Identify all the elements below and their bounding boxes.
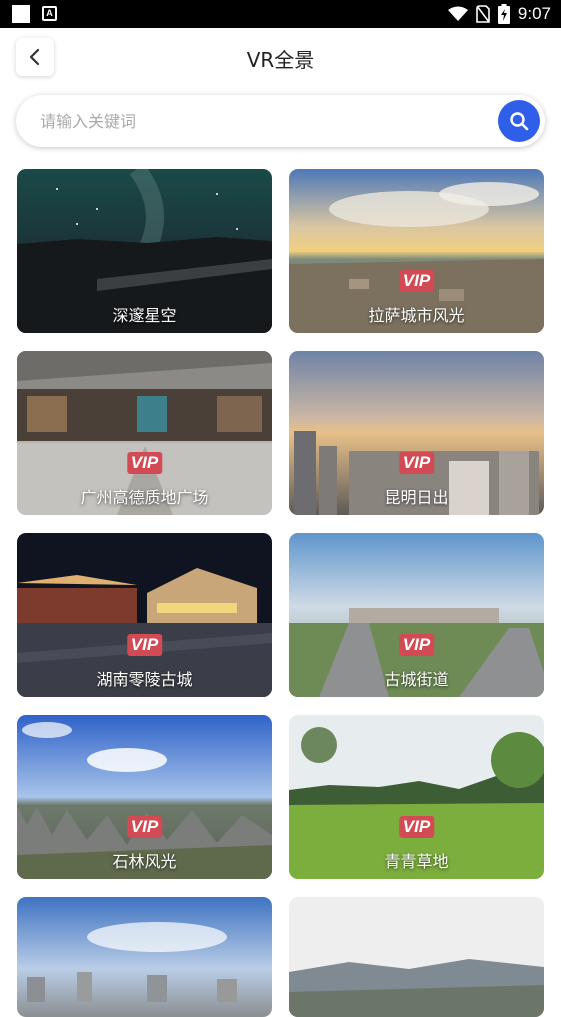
scene-name: 广州高德质地广场 [80, 488, 209, 507]
scene-card[interactable]: VIP 石林风光 [17, 715, 272, 879]
scene-card[interactable]: VIP 昆明日出 [289, 351, 544, 515]
status-bar: A 9:07 [0, 0, 561, 28]
scene-name: 湖南零陵古城 [96, 670, 193, 689]
notification-square-icon [12, 5, 30, 23]
status-time: 9:07 [517, 4, 551, 23]
scene-name: 古城街道 [384, 670, 449, 689]
scene-card[interactable]: VIP 古城街道 [289, 533, 544, 697]
app-a-icon: A [42, 6, 57, 21]
search-button[interactable] [498, 100, 540, 142]
vip-badge: VIP [398, 270, 435, 292]
scene-card[interactable] [289, 897, 544, 1017]
page-title: VR全景 [246, 48, 315, 72]
search-icon [510, 112, 529, 131]
scene-name: 昆明日出 [384, 488, 449, 507]
scene-name: 石林风光 [112, 852, 177, 871]
scene-card[interactable] [17, 897, 272, 1017]
vip-badge: VIP [398, 634, 435, 656]
scene-name: 青青草地 [384, 852, 449, 871]
vip-badge: VIP [126, 634, 163, 656]
scene-card[interactable]: VIP 湖南零陵古城 [17, 533, 272, 697]
scene-card[interactable]: 深邃星空 [17, 169, 272, 333]
vip-badge: VIP [126, 452, 163, 474]
battery-charging-icon [497, 4, 510, 24]
scene-name: 深邃星空 [112, 306, 177, 325]
search-bar [16, 95, 545, 147]
scene-card[interactable]: VIP 广州高德质地广场 [17, 351, 272, 515]
wifi-icon [447, 6, 468, 21]
header: VR全景 [0, 28, 561, 86]
vip-badge: VIP [398, 816, 435, 838]
vip-badge: VIP [126, 816, 163, 838]
no-sim-icon [476, 5, 490, 23]
scene-card[interactable]: VIP 青青草地 [289, 715, 544, 879]
scene-name: 拉萨城市风光 [368, 306, 465, 325]
scene-thumbnail-mountains [289, 897, 544, 1017]
scene-card[interactable]: VIP 拉萨城市风光 [289, 169, 544, 333]
search-input[interactable] [40, 95, 480, 147]
scene-thumbnail-city-sky [17, 897, 272, 1017]
vip-badge: VIP [398, 452, 435, 474]
